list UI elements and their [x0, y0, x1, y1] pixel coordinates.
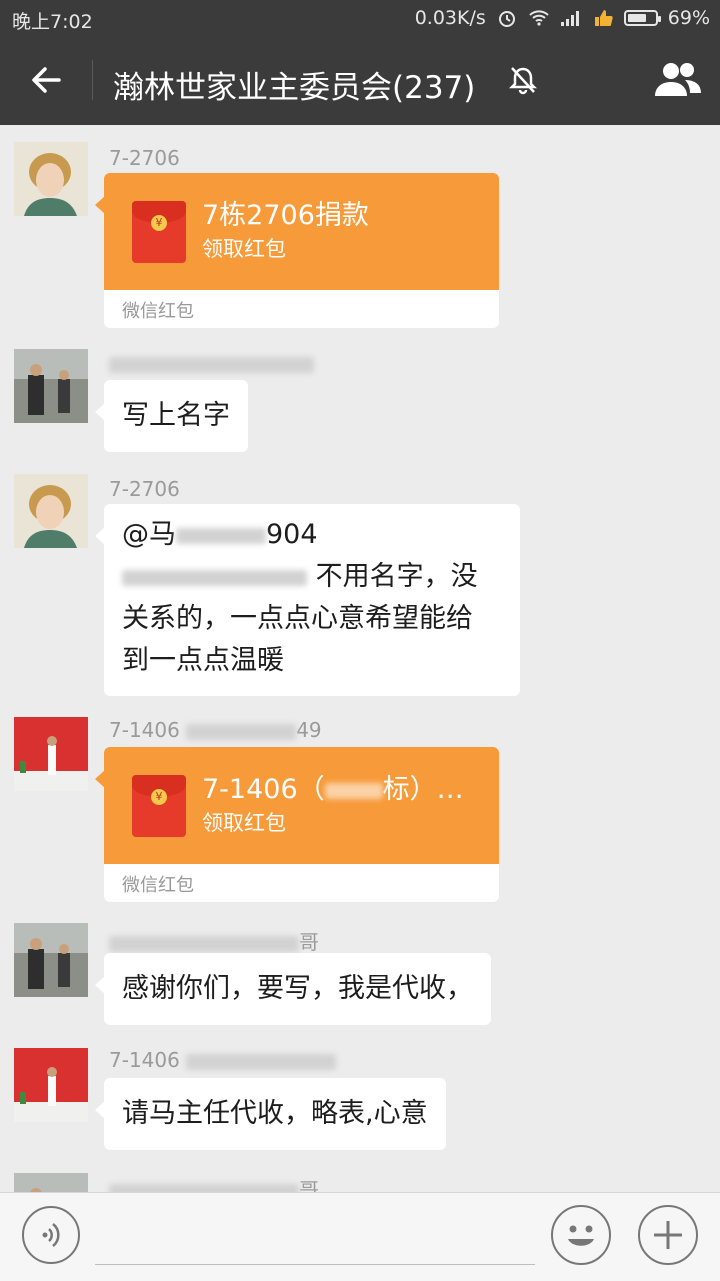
red-packet-action: 领取红包 [202, 237, 286, 261]
chat-title: 瀚林世家业主委员会(237) [113, 70, 476, 106]
thumbs-up-icon [594, 10, 613, 26]
text-message-bubble[interactable]: 请马主任代收，略表,心意 [95, 1078, 446, 1150]
battery-percent: 69% [667, 7, 710, 29]
emoji-button[interactable] [551, 1205, 611, 1265]
wifi-icon [529, 10, 549, 26]
red-packet-title: 7-1406（ 标）… [202, 774, 464, 805]
text-message-bubble[interactable]: 感谢你们，要写，我是代收， [95, 953, 491, 1025]
group-members-icon[interactable] [652, 58, 704, 102]
message-line: 关系的，一点点心意希望能给 [122, 603, 473, 634]
plus-icon [654, 1221, 682, 1249]
sender-name: 哥 [109, 926, 319, 955]
mention-text: 904 [266, 519, 318, 550]
sender-name [109, 351, 314, 375]
network-speed: 0.03K/s [414, 7, 486, 29]
red-packet-message[interactable]: ¥ 7-1406（ 标）… 领取红包 微信红包 [95, 747, 499, 902]
header-divider [92, 60, 93, 100]
message-input[interactable] [95, 1264, 535, 1265]
sender-name: 哥 [109, 1174, 319, 1192]
message-text: 请马主任代收，略表,心意 [122, 1098, 428, 1129]
voice-icon [42, 1223, 60, 1247]
red-packet-message[interactable]: ¥ 7栋2706捐款 领取红包 微信红包 [95, 173, 499, 328]
back-arrow-icon[interactable] [25, 58, 69, 102]
sender-name: 7-2706 [109, 477, 180, 501]
message-line: 到一点点温暖 [122, 645, 284, 676]
input-bar [0, 1192, 720, 1281]
message-text: 写上名字 [122, 400, 230, 431]
avatar[interactable] [14, 142, 88, 216]
chat-header: 瀚林世家业主委员会(237) [0, 36, 720, 125]
text-message-bubble[interactable]: @马 904 不用名字，没 关系的，一点点心意希望能给 到一点点温暖 [95, 504, 520, 696]
voice-input-button[interactable] [22, 1206, 80, 1264]
red-packet-footer: 微信红包 [122, 875, 194, 896]
message-line: @马 904 [122, 514, 502, 556]
mention-text: @马 [122, 519, 176, 550]
chat-messages[interactable]: 7-2706 ¥ 7栋2706捐款 领取红包 微信红包 写上名字 7-2706 … [0, 125, 720, 1192]
mute-bell-icon [508, 67, 538, 95]
alarm-icon [498, 11, 515, 27]
avatar[interactable] [14, 923, 88, 997]
battery-icon [623, 10, 661, 26]
status-time: 晚上7:02 [12, 11, 93, 33]
avatar[interactable] [14, 349, 88, 423]
red-packet-action: 领取红包 [202, 811, 286, 835]
sender-name: 7-2706 [109, 146, 180, 170]
avatar[interactable] [14, 1173, 88, 1192]
signal-icon [560, 11, 579, 26]
status-bar: 晚上7:02 0.03K/s 69% [0, 0, 720, 36]
avatar[interactable] [14, 474, 88, 548]
red-envelope-icon: ¥ [132, 775, 186, 837]
text-message-bubble[interactable]: 写上名字 [95, 380, 248, 452]
message-line: 不用名字，没 [122, 556, 502, 598]
message-text: 不用名字，没 [315, 561, 478, 592]
message-text: 感谢你们，要写，我是代收， [122, 973, 473, 1004]
red-envelope-icon: ¥ [132, 201, 186, 263]
red-packet-footer: 微信红包 [122, 301, 194, 322]
sender-name: 7-1406 49 [109, 718, 322, 742]
avatar[interactable] [14, 717, 88, 791]
more-options-button[interactable] [638, 1205, 698, 1265]
red-packet-title: 7栋2706捐款 [202, 200, 369, 231]
avatar[interactable] [14, 1048, 88, 1122]
smiley-icon [568, 1225, 594, 1246]
sender-name: 7-1406 [109, 1048, 337, 1072]
